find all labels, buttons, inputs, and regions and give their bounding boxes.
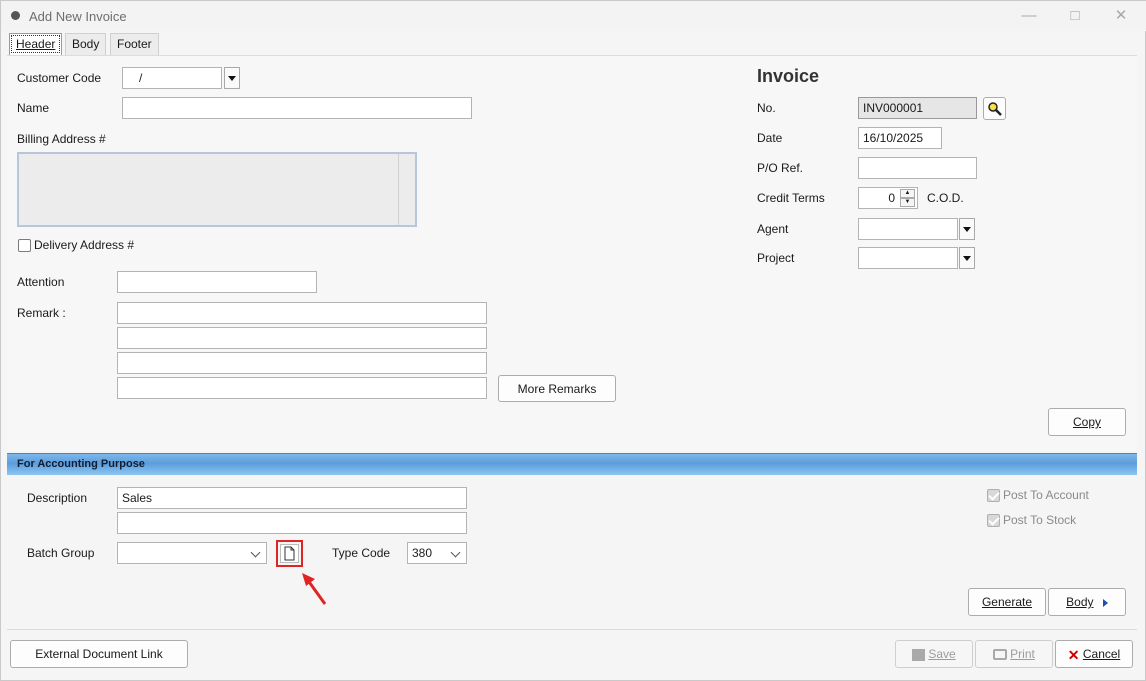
remark-input-3[interactable] [117, 352, 487, 374]
right-arrow-icon [1102, 598, 1108, 607]
date-input[interactable]: 16/10/2025 [858, 127, 942, 149]
customer-code-label: Customer Code [17, 71, 102, 85]
magnifier-icon [987, 102, 1002, 116]
invoice-heading: Invoice [757, 66, 820, 86]
accounting-section-bar: For Accounting Purpose [7, 453, 1137, 475]
po-ref-input[interactable] [858, 157, 977, 179]
agent-dropdown-icon[interactable] [959, 218, 975, 240]
save-button[interactable]: Save [895, 640, 973, 668]
agent-label: Agent [757, 222, 789, 236]
minimize-icon[interactable]: — [1017, 6, 1041, 26]
name-input[interactable] [122, 97, 472, 119]
tab-footer[interactable]: Footer [110, 33, 159, 55]
footer-divider [7, 629, 1137, 630]
description-label: Description [27, 491, 88, 505]
remark-label: Remark : [17, 306, 66, 320]
maximize-icon[interactable]: □ [1063, 6, 1087, 26]
type-code-label: Type Code [332, 546, 391, 560]
invoice-window: Add New Invoice — □ ✕ Header Body Footer… [0, 0, 1146, 681]
delivery-address-checkbox[interactable] [18, 239, 31, 252]
print-button[interactable]: Print [975, 640, 1053, 668]
billing-address-textarea[interactable] [17, 152, 417, 227]
new-batch-button[interactable] [280, 544, 299, 563]
customer-code-input[interactable]: / [122, 67, 222, 89]
project-input[interactable] [858, 247, 958, 269]
date-label: Date [757, 131, 783, 145]
tab-body[interactable]: Body [65, 33, 107, 55]
post-to-account-label: Post To Account [1003, 488, 1089, 502]
annotation-arrow-icon [302, 573, 327, 605]
cancel-x-icon: ✕ [1067, 646, 1080, 663]
window-title: Add New Invoice [29, 9, 127, 24]
batch-group-label: Batch Group [27, 546, 95, 560]
tab-header[interactable]: Header [9, 33, 63, 55]
batch-group-chevron-icon[interactable] [249, 543, 265, 563]
new-document-icon [284, 546, 295, 561]
type-code-chevron-icon[interactable] [449, 543, 465, 563]
accounting-section-title: For Accounting Purpose [17, 458, 145, 470]
app-icon [11, 11, 20, 20]
save-icon [912, 648, 926, 661]
post-to-stock-checkbox[interactable] [987, 514, 1000, 527]
printer-icon [993, 649, 1008, 661]
more-remarks-button[interactable]: More Remarks [498, 375, 616, 402]
po-ref-label: P/O Ref. [757, 161, 804, 175]
remark-input-1[interactable] [117, 302, 487, 324]
attention-label: Attention [17, 275, 65, 289]
external-document-link-button[interactable]: External Document Link [10, 640, 188, 668]
attention-input[interactable] [117, 271, 317, 293]
description-input-2[interactable] [117, 512, 467, 534]
project-label: Project [757, 251, 795, 265]
billing-scrollbar[interactable] [398, 154, 399, 225]
invoice-no-label: No. [757, 101, 776, 115]
post-to-account-checkbox[interactable] [987, 489, 1000, 502]
agent-input[interactable] [858, 218, 958, 240]
title-bar: Add New Invoice — □ ✕ [1, 1, 1146, 31]
project-dropdown-icon[interactable] [959, 247, 975, 269]
close-icon[interactable]: ✕ [1109, 6, 1133, 26]
customer-code-dropdown-icon[interactable] [224, 67, 240, 89]
remark-input-2[interactable] [117, 327, 487, 349]
spin-up-icon[interactable]: ▲ [900, 189, 915, 198]
body-button[interactable]: Body [1048, 588, 1126, 616]
copy-button[interactable]: Copy [1048, 408, 1126, 436]
search-invoice-button[interactable] [983, 97, 1006, 120]
post-to-stock-label: Post To Stock [1003, 513, 1077, 527]
cancel-button[interactable]: ✕ Cancel [1055, 640, 1133, 668]
batch-group-select[interactable] [117, 542, 267, 564]
generate-button[interactable]: Generate [968, 588, 1046, 616]
remark-input-4[interactable] [117, 377, 487, 399]
delivery-address-label: Delivery Address # [34, 238, 135, 252]
credit-terms-text: C.O.D. [927, 191, 964, 205]
description-input[interactable]: Sales [117, 487, 467, 509]
credit-terms-label: Credit Terms [757, 191, 825, 205]
billing-address-label: Billing Address # [17, 132, 106, 146]
invoice-no-input[interactable]: INV000001 [858, 97, 977, 119]
name-label: Name [17, 101, 50, 115]
spin-down-icon[interactable]: ▼ [900, 198, 915, 207]
